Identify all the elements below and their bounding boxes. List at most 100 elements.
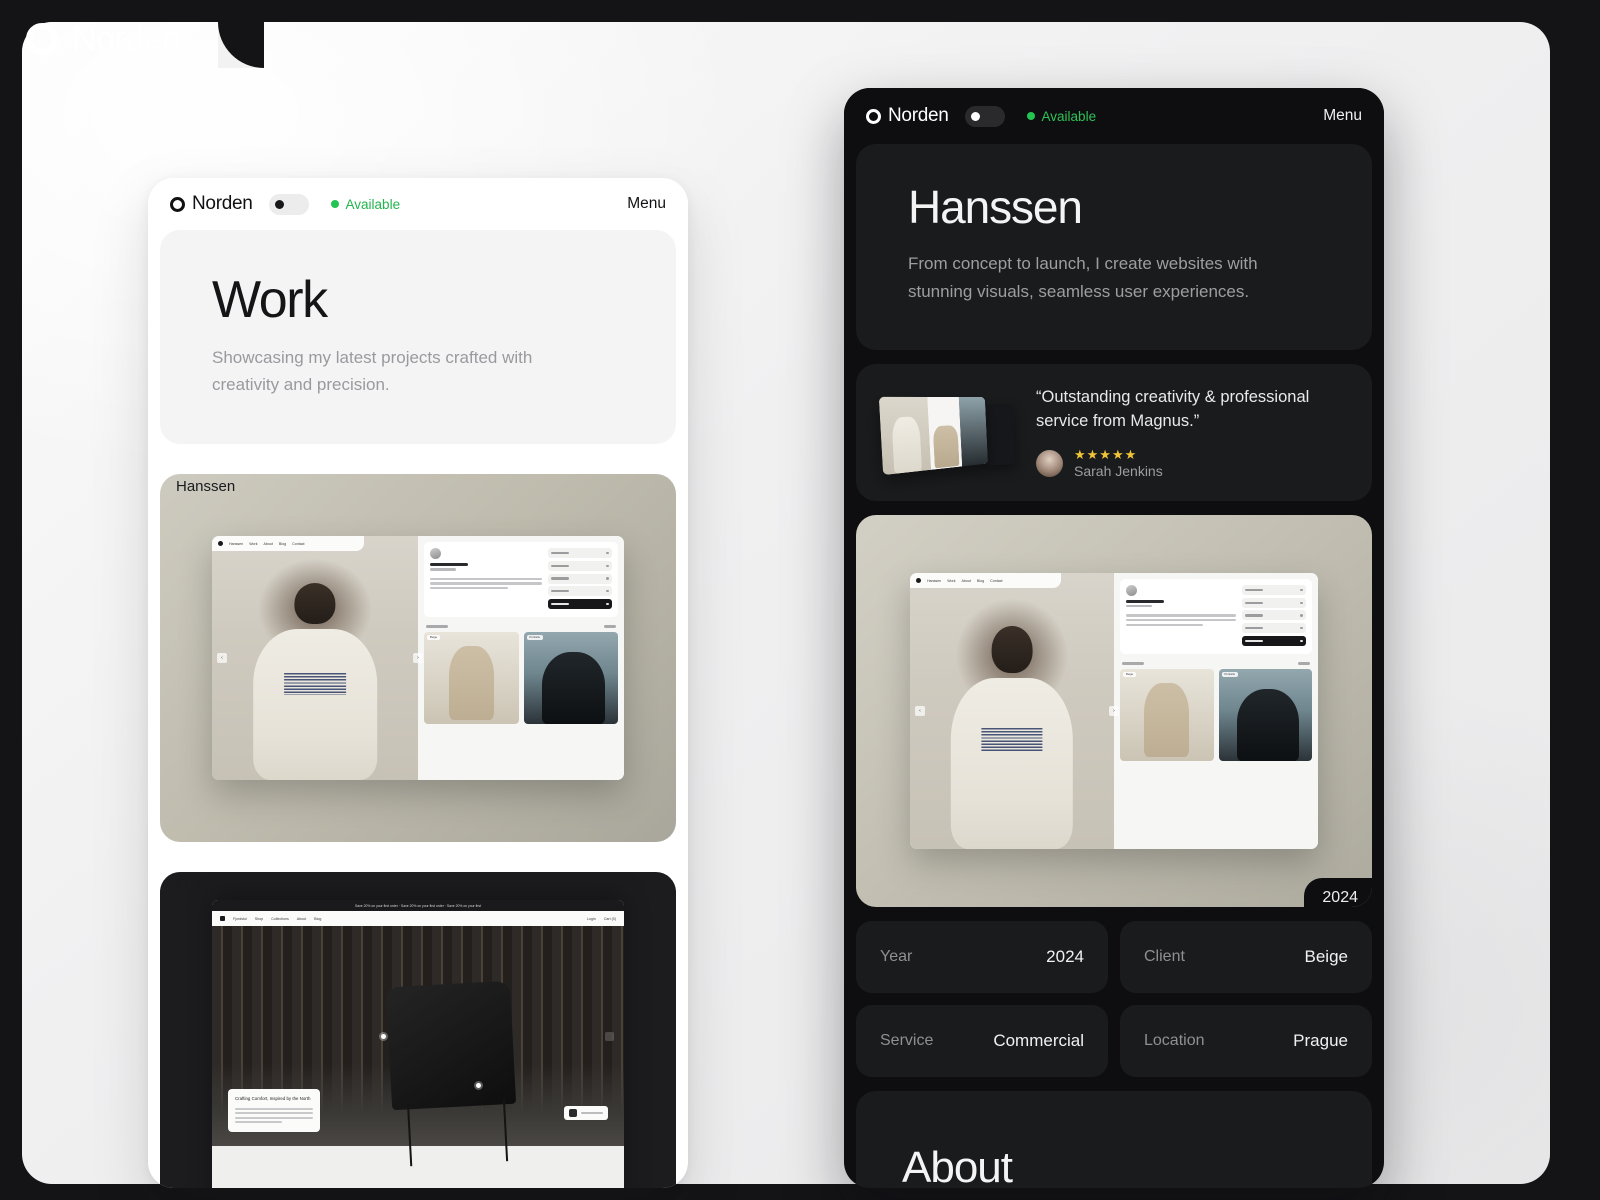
dark-mockup-header: Norden Available Menu (844, 88, 1384, 144)
mock-navbar: Fjordstol Shop Collections About Blog Lo… (212, 911, 624, 927)
meta-key: Year (880, 948, 913, 966)
nav-cart: Cart (0) (603, 916, 616, 921)
project-fjord[interactable]: Fjord Save 20% on your first order · Sav… (160, 872, 676, 1188)
latest-work-header (424, 622, 618, 631)
light-mockup-body: Work Showcasing my latest projects craft… (148, 230, 688, 1188)
screenshot-canvas: Norden Norden Available Menu Work Showca… (0, 0, 1600, 1200)
mock-navbar: Hanssen Work About Blog Contact (212, 536, 365, 552)
profile-bio (1126, 614, 1236, 627)
gallery-row: Beige Portraits (1120, 668, 1312, 761)
nav-right-group: Login Cart (0) (587, 917, 616, 921)
meta-key: Location (1144, 1032, 1205, 1050)
page-title: Hanssen (908, 181, 1083, 233)
furniture-browser-mock: Save 20% on your first order · Save 20% … (212, 900, 624, 1188)
project-label: Fjord (176, 876, 211, 894)
gallery-item: Portraits (1218, 668, 1312, 761)
product-label (581, 1112, 603, 1115)
meta-value: Beige (1304, 947, 1348, 967)
browser-right-panel: Beige Portraits (418, 536, 624, 781)
meta-key: Service (880, 1032, 934, 1050)
social-link-instagram (1242, 585, 1306, 596)
thumb-panel (927, 396, 962, 470)
project-hero-card: Hanssen From concept to launch, I create… (856, 144, 1372, 351)
gallery-tag: Portraits (1221, 671, 1238, 677)
latest-work-header (1120, 659, 1312, 668)
thumb-panel (958, 396, 988, 467)
meta-value: 2024 (1046, 947, 1084, 967)
contact-me-button (548, 598, 612, 609)
model-body (950, 678, 1074, 850)
brand-name: Norden (72, 19, 181, 58)
menu-button[interactable]: Menu (1323, 107, 1362, 125)
light-theme-mockup: Norden Available Menu Work Showcasing my… (148, 178, 688, 1188)
carousel-next-icon: › (413, 653, 423, 664)
model-body (253, 629, 377, 781)
gallery-toggle-icon (605, 1031, 614, 1041)
project-screenshot: Save 20% on your first order · Save 20% … (160, 872, 676, 1188)
thumbnail-main-device (878, 396, 988, 475)
project-screenshot: Hanssen Work About Blog Contact ‹ › Beig… (160, 474, 676, 843)
project-screenshot-large[interactable]: Hanssen Work About Blog Contact ‹ › Beig… (856, 515, 1372, 908)
profile-role (430, 568, 456, 571)
menu-button[interactable]: Menu (627, 195, 666, 213)
gallery-row: Beige Portraits (424, 631, 618, 724)
carousel-prev-icon: ‹ (217, 653, 227, 664)
mock-logo-icon (220, 916, 225, 922)
ring-circle-icon (26, 23, 58, 55)
meta-cell-year: Year 2024 (856, 921, 1108, 994)
profile-name (1126, 600, 1164, 604)
meta-value: Commercial (993, 1031, 1084, 1051)
nav-item: Collections (271, 916, 289, 921)
social-link-twitter (548, 586, 612, 597)
light-brand[interactable]: Norden (170, 193, 253, 215)
nav-item: Fjordstol (233, 916, 247, 921)
nav-item: Contact (990, 578, 1003, 583)
gallery-item: Beige (424, 631, 519, 724)
avatar (1126, 585, 1137, 597)
hero-photo (910, 573, 1114, 850)
furniture-hero-photo: Crafting Comfort, Inspired by the North (212, 926, 624, 1147)
dark-brand[interactable]: Norden (866, 105, 949, 127)
reviewer: ★★★★★ Sarah Jenkins (1036, 446, 1350, 480)
profile-card (1120, 579, 1312, 655)
social-links (548, 548, 612, 611)
social-link-instagram (548, 548, 612, 559)
portfolio-browser-mock: Hanssen Work About Blog Contact ‹ › Beig… (910, 573, 1318, 850)
nav-item: About (296, 916, 307, 921)
profile-info (1126, 585, 1236, 648)
page-subtitle: Showcasing my latest projects crafted wi… (212, 348, 533, 395)
avatar (1036, 450, 1063, 478)
reviewer-name: Sarah Jenkins (1074, 463, 1163, 480)
project-hanssen[interactable]: Hanssen Hanssen Work About Blog Contact … (160, 474, 676, 843)
availability-status: Available (1026, 108, 1097, 124)
product-price-pill (564, 1106, 608, 1121)
mock-navbar: Hanssen Work About Blog Contact (910, 573, 1061, 589)
theme-toggle[interactable] (268, 193, 309, 215)
reviewer-details: ★★★★★ Sarah Jenkins (1074, 446, 1163, 480)
social-links (1242, 585, 1306, 648)
hero-photo (212, 536, 418, 781)
chair-product (386, 980, 516, 1110)
avatar (430, 548, 441, 560)
about-section: About (856, 1091, 1372, 1188)
nav-item: Contact (292, 541, 305, 546)
brand-tab[interactable]: Norden (26, 8, 181, 70)
meta-cell-location: Location Prague (1120, 1005, 1372, 1078)
meta-key: Client (1144, 948, 1185, 966)
project-label: Hanssen (176, 478, 236, 496)
status-label: Available (1041, 108, 1097, 124)
nav-item: About (263, 541, 273, 546)
star-rating-icon: ★★★★★ (1074, 446, 1138, 462)
promo-banner: Save 20% on your first order · Save 20% … (212, 900, 624, 912)
product-swatch-icon (569, 1109, 577, 1118)
light-brand-label: Norden (192, 193, 253, 214)
tshirt-print (981, 727, 1043, 753)
gallery-item: Beige (1120, 668, 1214, 761)
status-dot-icon (330, 200, 339, 208)
social-link-twitter (1242, 623, 1306, 634)
theme-toggle[interactable] (964, 105, 1005, 127)
dark-theme-mockup: Norden Available Menu Hanssen From conce… (844, 88, 1384, 1188)
year-badge: 2024 (1304, 878, 1372, 908)
nav-login: Login (587, 916, 596, 921)
dark-mockup-body: Hanssen From concept to launch, I create… (844, 144, 1384, 1188)
